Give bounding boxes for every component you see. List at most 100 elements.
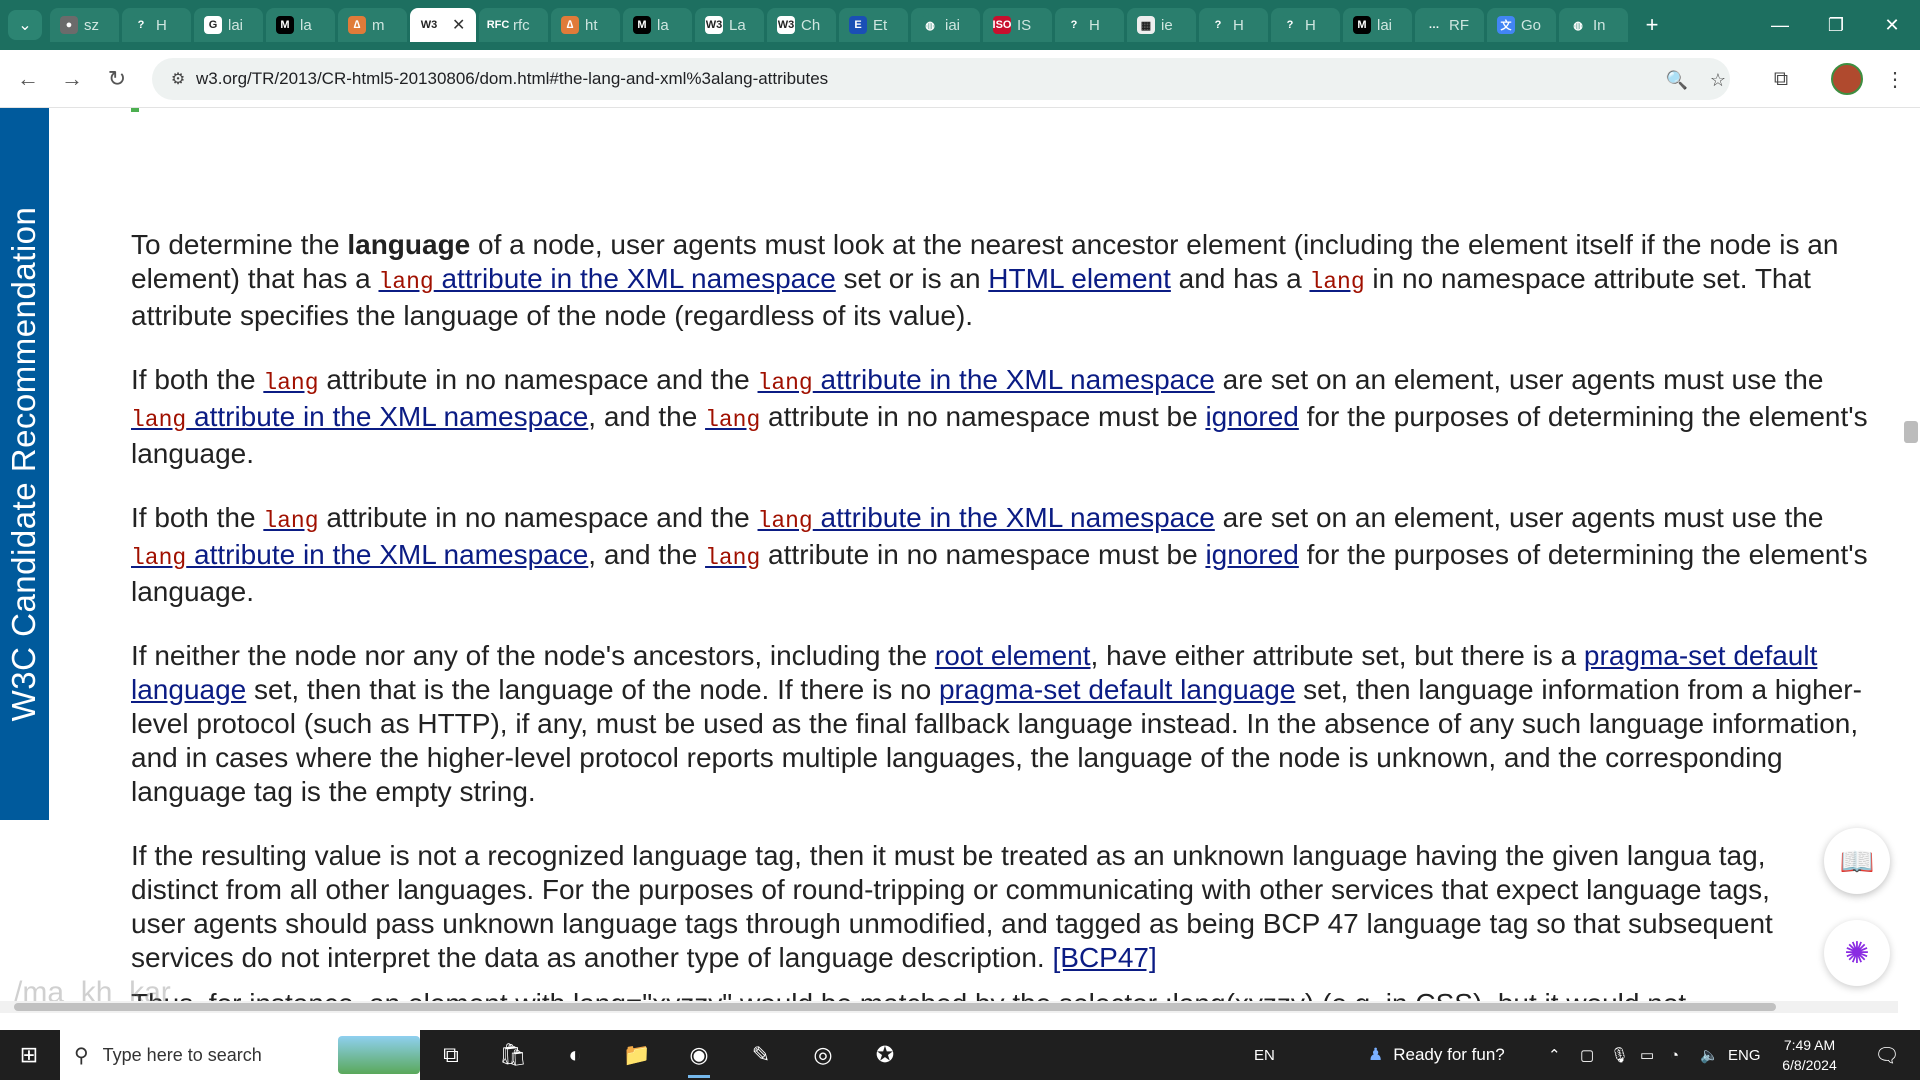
bookmark-star-icon[interactable]: ☆ [1705,67,1731,93]
link-text[interactable]: attribute in the XML namespace [186,539,588,570]
browser-tab[interactable]: ◍ iai [911,8,980,42]
chrome-icon[interactable]: ◉ [674,1030,724,1080]
code-lang[interactable]: lang [705,545,760,571]
browser-tab[interactable]: ISO IS [983,8,1052,42]
code-lang[interactable]: lang [263,508,318,534]
browser-tab[interactable]: W3 ✕ [410,8,476,42]
link-bcp47[interactable]: [BCP47] [1052,942,1156,973]
battery-icon[interactable]: ▭ [1640,1030,1654,1080]
text: , have either attribute set, but there i… [1090,640,1584,671]
volume-icon[interactable]: 🔈 [1700,1030,1719,1080]
link-xml-lang-attribute[interactable]: lang attribute in the XML namespace [758,364,1215,396]
address-bar[interactable]: ⚙ w3.org/TR/2013/CR-html5-20130806/dom.h… [152,58,1730,100]
ai-assistant-button[interactable]: ✺ [1824,920,1890,986]
notifications-icon[interactable]: 🗨 [1862,1030,1912,1080]
link-text[interactable]: attribute in the XML namespace [186,401,588,432]
minimize-icon: — [1771,14,1789,35]
code-lang[interactable]: lang [705,407,760,433]
system-clock[interactable]: 7:49 AM 6/8/2024 [1762,1035,1857,1075]
browser-tab[interactable]: ? H [1271,8,1340,42]
browser-tab[interactable]: … RF [1415,8,1484,42]
chrome-dev-icon[interactable]: ✪ [860,1030,910,1080]
browser-tab[interactable]: ● sz [50,8,119,42]
code-lang[interactable]: lang [378,269,433,295]
forward-button[interactable]: → [57,64,87,94]
taskbar-search-box[interactable]: ⚲ Type here to search [60,1030,420,1080]
edge-icon[interactable]: ◐ [550,1030,600,1080]
horizontal-scroll-thumb[interactable] [14,1003,1776,1011]
code-lang[interactable]: lang [131,545,186,571]
link-xml-lang-attribute[interactable]: lang attribute in the XML namespace [378,263,835,295]
link-ignored[interactable]: ignored [1205,539,1298,570]
link-lang-attribute[interactable]: lang [705,401,760,433]
browser-tab[interactable]: ∆ m [338,8,407,42]
link-pragma-set-default-language[interactable]: pragma-set default language [939,674,1295,705]
browser-tab[interactable]: ? H [122,8,191,42]
site-info-icon[interactable]: ⚙ [166,67,190,91]
obs-icon[interactable]: ◎ [798,1030,848,1080]
wifi-icon[interactable]: ◔ [1670,1030,1679,1080]
link-lang-attribute[interactable]: lang [705,539,760,571]
browser-tab[interactable]: ◍ In [1559,8,1628,42]
code-lang[interactable]: lang [263,370,318,396]
close-tab-icon[interactable]: ✕ [452,15,465,35]
link-xml-lang-attribute[interactable]: lang attribute in the XML namespace [131,401,588,433]
reading-mode-button[interactable]: 📖 [1824,828,1890,894]
link-lang-attribute[interactable]: lang [1309,263,1364,295]
vertical-scrollbar[interactable] [1898,108,1920,1013]
vertical-scroll-thumb[interactable] [1904,421,1918,443]
link-root-element[interactable]: root element [935,640,1091,671]
menu-dots-icon[interactable]: ⋮ [1880,64,1910,94]
browser-tab[interactable]: ∆ ht [551,8,620,42]
code-lang[interactable]: lang [1309,269,1364,295]
link-text[interactable]: attribute in the XML namespace [434,263,835,294]
browser-tab[interactable]: Mla [623,8,692,42]
restore-button[interactable]: ❐ [1808,0,1864,50]
browser-tab[interactable]: 文 Go [1487,8,1556,42]
browser-tab[interactable]: RFC rfc [479,8,548,42]
code-lang[interactable]: lang [758,508,813,534]
link-xml-lang-attribute[interactable]: lang attribute in the XML namespace [131,539,588,571]
weather-widget[interactable]: ♟ Ready for fun? [1368,1030,1505,1080]
reload-button[interactable]: ↻ [102,64,132,94]
start-button[interactable]: ⊞ [0,1030,58,1080]
task-view-icon[interactable]: ⧉ [426,1030,476,1080]
link-lang-attribute[interactable]: lang [263,502,318,534]
back-button[interactable]: ← [13,64,43,94]
link-xml-lang-attribute[interactable]: lang attribute in the XML namespace [758,502,1215,534]
tray-device-icon[interactable]: ▢ [1580,1030,1594,1080]
link-text[interactable]: attribute in the XML namespace [813,364,1215,395]
browser-tab[interactable]: Glai [194,8,263,42]
browser-tab[interactable]: W3 La [695,8,764,42]
browser-tab[interactable]: Mlai [1343,8,1412,42]
link-ignored[interactable]: ignored [1205,401,1298,432]
keyboard-language[interactable]: EN [1254,1030,1275,1080]
zoom-icon[interactable]: 🔍 [1664,67,1690,93]
microphone-icon[interactable]: 🎙 [1610,1030,1629,1080]
link-text[interactable]: attribute in the XML namespace [813,502,1215,533]
link-lang-attribute[interactable]: lang [263,364,318,396]
browser-tab[interactable]: ▦ ie [1127,8,1196,42]
text: If both the [131,502,264,533]
browser-tab[interactable]: ? H [1199,8,1268,42]
browser-tab[interactable]: E Et [839,8,908,42]
notepad-icon[interactable]: ✎ [736,1030,786,1080]
input-language[interactable]: ENG [1728,1030,1761,1080]
close-window-button[interactable]: ✕ [1864,0,1920,50]
file-explorer-icon[interactable]: 📁 [612,1030,662,1080]
browser-tab[interactable]: ? H [1055,8,1124,42]
new-tab-button[interactable]: + [1637,10,1667,40]
code-lang[interactable]: lang [758,370,813,396]
link-html-element[interactable]: HTML element [988,263,1171,294]
store-icon[interactable]: 🛍 [488,1030,538,1080]
minimize-button[interactable]: — [1752,0,1808,50]
code-lang[interactable]: lang [131,407,186,433]
tray-chevron-icon[interactable]: ⌃ [1548,1030,1561,1080]
horizontal-scrollbar[interactable] [0,1001,1898,1013]
browser-tab[interactable]: Mla [266,8,335,42]
profile-avatar[interactable] [1831,63,1863,95]
url-text[interactable]: w3.org/TR/2013/CR-html5-20130806/dom.htm… [196,69,828,89]
tab-search-button[interactable]: ⌄ [8,10,42,40]
browser-tab[interactable]: W3 Ch [767,8,836,42]
extensions-icon[interactable]: ⧉ [1766,64,1796,94]
